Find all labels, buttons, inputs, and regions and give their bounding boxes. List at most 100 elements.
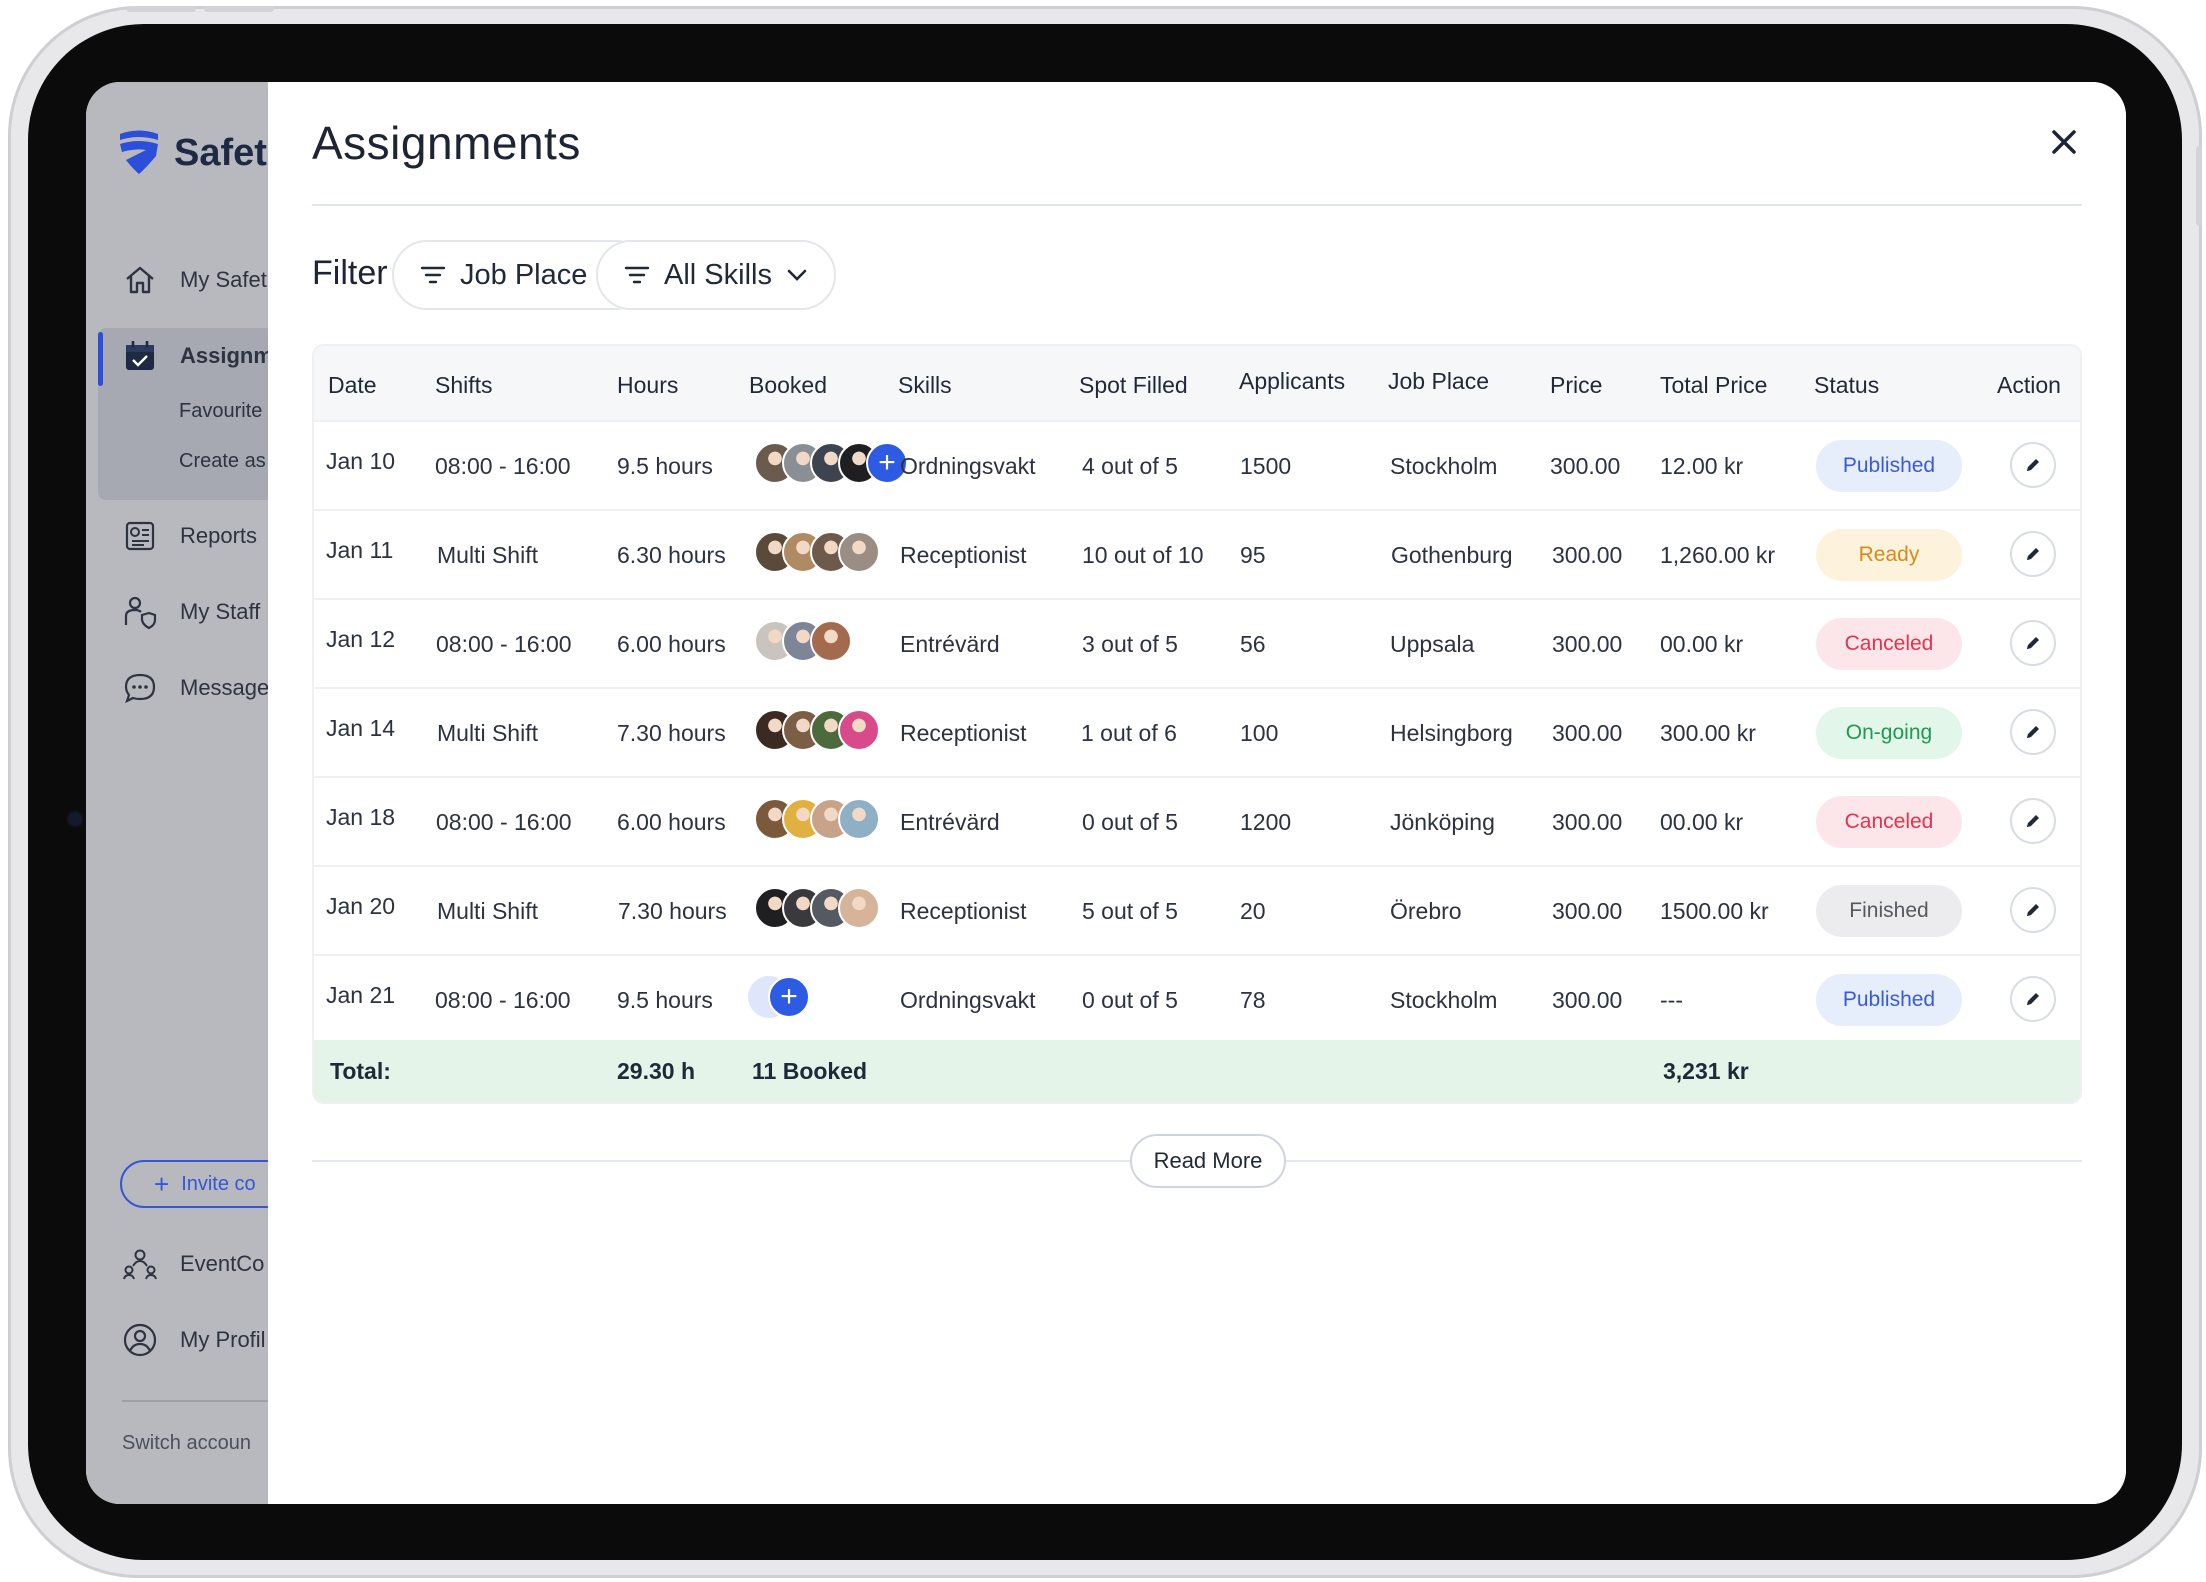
sidebar-divider — [122, 1400, 268, 1402]
total-booked: 11 Booked — [752, 1058, 868, 1084]
cell-hours: 6.30 hours — [617, 542, 726, 568]
skills-filter[interactable]: All Skills — [596, 240, 836, 310]
cell-job-place: Jönköping — [1390, 809, 1495, 835]
sidebar-item-label: Assignm — [180, 343, 268, 368]
booked-avatars[interactable] — [754, 531, 880, 573]
column-header: Job Place — [1388, 368, 1490, 394]
cell-applicants: 78 — [1240, 987, 1266, 1013]
booked-avatars[interactable] — [754, 887, 880, 929]
cell-date: Jan 21 — [326, 982, 396, 1008]
booked-avatars[interactable]: + — [754, 442, 908, 484]
cell-shift: Multi Shift — [437, 720, 538, 746]
total-label: Total: — [330, 1058, 391, 1084]
cell-skill: Ordningsvakt — [900, 987, 1036, 1013]
nav-active-indicator — [98, 332, 103, 386]
cell-price: 300.00 — [1552, 631, 1623, 657]
report-icon — [125, 521, 155, 551]
booked-avatars[interactable] — [754, 798, 880, 840]
edit-button[interactable] — [2010, 442, 2056, 488]
table-row: Jan 14 Multi Shift 7.30 hours Receptionist 1… — [314, 687, 2080, 776]
cell-spot-filled: 5 out of 5 — [1082, 898, 1178, 924]
close-icon[interactable] — [2044, 122, 2084, 162]
sidebar-item-assignments[interactable]: Assignm — [122, 338, 268, 374]
total-hours: 29.30 h — [617, 1058, 695, 1084]
edit-button[interactable] — [2010, 887, 2056, 933]
cell-total-price: 300.00 kr — [1660, 720, 1756, 746]
edit-button[interactable] — [2010, 620, 2056, 666]
table-row: Jan 18 08:00 - 16:00 6.00 hours Entrévärd 0 … — [314, 776, 2080, 865]
table-row: Jan 20 Multi Shift 7.30 hours Receptionist 5… — [314, 865, 2080, 954]
add-booking-icon[interactable]: + — [768, 976, 810, 1018]
cell-shift: 08:00 - 16:00 — [436, 631, 572, 657]
cell-spot-filled: 1 out of 6 — [1081, 720, 1177, 746]
cell-applicants: 100 — [1240, 720, 1279, 746]
column-header: Total Price — [1660, 372, 1768, 398]
device-button — [204, 6, 274, 12]
column-header: Action — [1997, 372, 2061, 398]
cell-spot-filled: 0 out of 5 — [1082, 987, 1178, 1013]
edit-button[interactable] — [2010, 531, 2056, 577]
cell-job-place: Stockholm — [1390, 987, 1498, 1013]
read-more-button[interactable]: Read More — [1130, 1134, 1286, 1188]
sidebar-item-label: My Staff — [180, 599, 261, 624]
cell-hours: 7.30 hours — [618, 898, 727, 924]
booked-avatars[interactable]: + — [768, 976, 810, 1018]
device-button — [126, 6, 196, 12]
staff-shield-icon — [124, 596, 157, 630]
pencil-icon — [2027, 993, 2039, 1005]
status-badge: On-going — [1816, 707, 1962, 759]
cell-spot-filled: 0 out of 5 — [1082, 809, 1178, 835]
cell-hours: 9.5 hours — [617, 987, 713, 1013]
table-row: Jan 12 08:00 - 16:00 6.00 hours Entrévärd 3 … — [314, 598, 2080, 687]
cell-hours: 6.00 hours — [617, 631, 726, 657]
sidebar-item-event[interactable]: EventCo — [122, 1246, 264, 1282]
screen: Safetl My Safet Assignm Favourite Create… — [86, 82, 2126, 1504]
sidebar-subitem-create[interactable]: Create as — [179, 450, 266, 473]
shield-logo-icon — [120, 130, 158, 174]
pencil-icon — [2027, 726, 2039, 738]
avatar — [838, 887, 880, 929]
sidebar-item-my-staff[interactable]: My Staff — [122, 594, 260, 630]
cell-skill: Entrévärd — [900, 631, 1000, 657]
edit-button[interactable] — [2010, 709, 2056, 755]
home-icon — [126, 266, 154, 294]
edit-button[interactable] — [2010, 976, 2056, 1022]
cell-skill: Ordningsvakt — [900, 453, 1036, 479]
cell-date: Jan 18 — [326, 804, 396, 830]
column-header: Price — [1550, 372, 1603, 398]
pencil-icon — [2027, 459, 2039, 471]
booked-avatars[interactable] — [754, 709, 880, 751]
pencil-icon — [2027, 815, 2039, 827]
cell-date: Jan 10 — [326, 448, 396, 474]
sidebar-item-messages[interactable]: Message — [122, 670, 268, 706]
sidebar-item-label: My Profil — [180, 1327, 266, 1352]
plus-icon: + — [154, 1168, 170, 1199]
invite-button[interactable]: + Invite co — [120, 1160, 268, 1208]
cell-total-price: 1500.00 kr — [1660, 898, 1769, 924]
filter-icon — [420, 266, 446, 284]
calendar-check-icon — [126, 341, 154, 370]
total-row: Total: 29.30 h 11 Booked 3,231 kr — [314, 1040, 2080, 1102]
cell-skill: Receptionist — [900, 720, 1027, 746]
cell-applicants: 20 — [1240, 898, 1266, 924]
cell-applicants: 1500 — [1240, 453, 1292, 479]
logo[interactable]: Safetl — [116, 128, 268, 178]
sidebar-subitem-favourites[interactable]: Favourite — [179, 400, 262, 423]
cell-date: Jan 20 — [326, 893, 396, 919]
edit-button[interactable] — [2010, 798, 2056, 844]
filter-icon — [624, 266, 650, 284]
sidebar-item-reports[interactable]: Reports — [122, 518, 257, 554]
cell-job-place: Stockholm — [1390, 453, 1498, 479]
switch-account-link[interactable]: Switch accoun — [122, 1432, 251, 1455]
sidebar-item-profile[interactable]: My Profil — [122, 1322, 266, 1358]
cell-job-place: Uppsala — [1390, 631, 1475, 657]
booked-avatars[interactable] — [754, 620, 852, 662]
chat-icon — [124, 673, 156, 704]
sidebar-item-label: Reports — [180, 523, 258, 548]
cell-shift: 08:00 - 16:00 — [435, 987, 571, 1013]
cell-total-price: --- — [1660, 987, 1683, 1013]
cell-applicants: 1200 — [1240, 809, 1292, 835]
sidebar-item-home[interactable]: My Safet — [122, 262, 267, 298]
cell-price: 300.00 — [1552, 987, 1623, 1013]
user-circle-icon — [123, 1323, 157, 1357]
